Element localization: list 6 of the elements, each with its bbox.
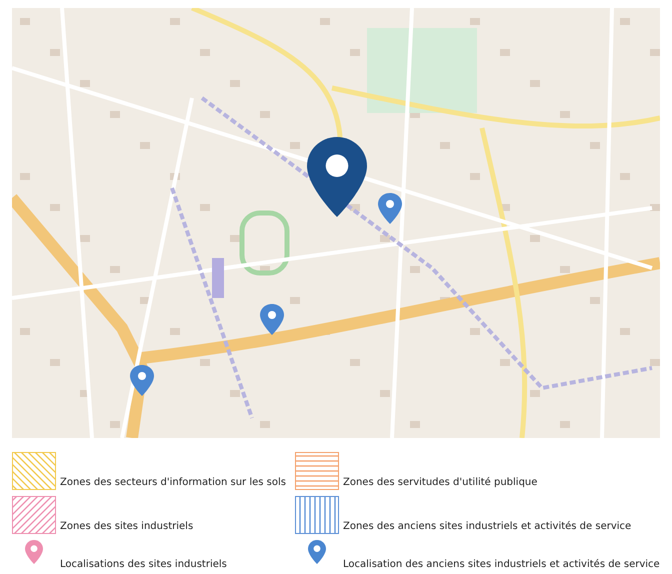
legend-label: Localisation des anciens sites industriels et activités de service [343,558,660,572]
legend-label: Zones des secteurs d'information sur les sols [60,476,286,490]
legend-label: Zones des anciens sites industriels et activités de service [343,520,632,534]
legend-label: Zones des sites industriels [60,520,194,534]
legend-label: Zones des servitudes d'utilité publique [343,476,538,490]
legend-label: Localisations des sites industriels [60,558,227,572]
